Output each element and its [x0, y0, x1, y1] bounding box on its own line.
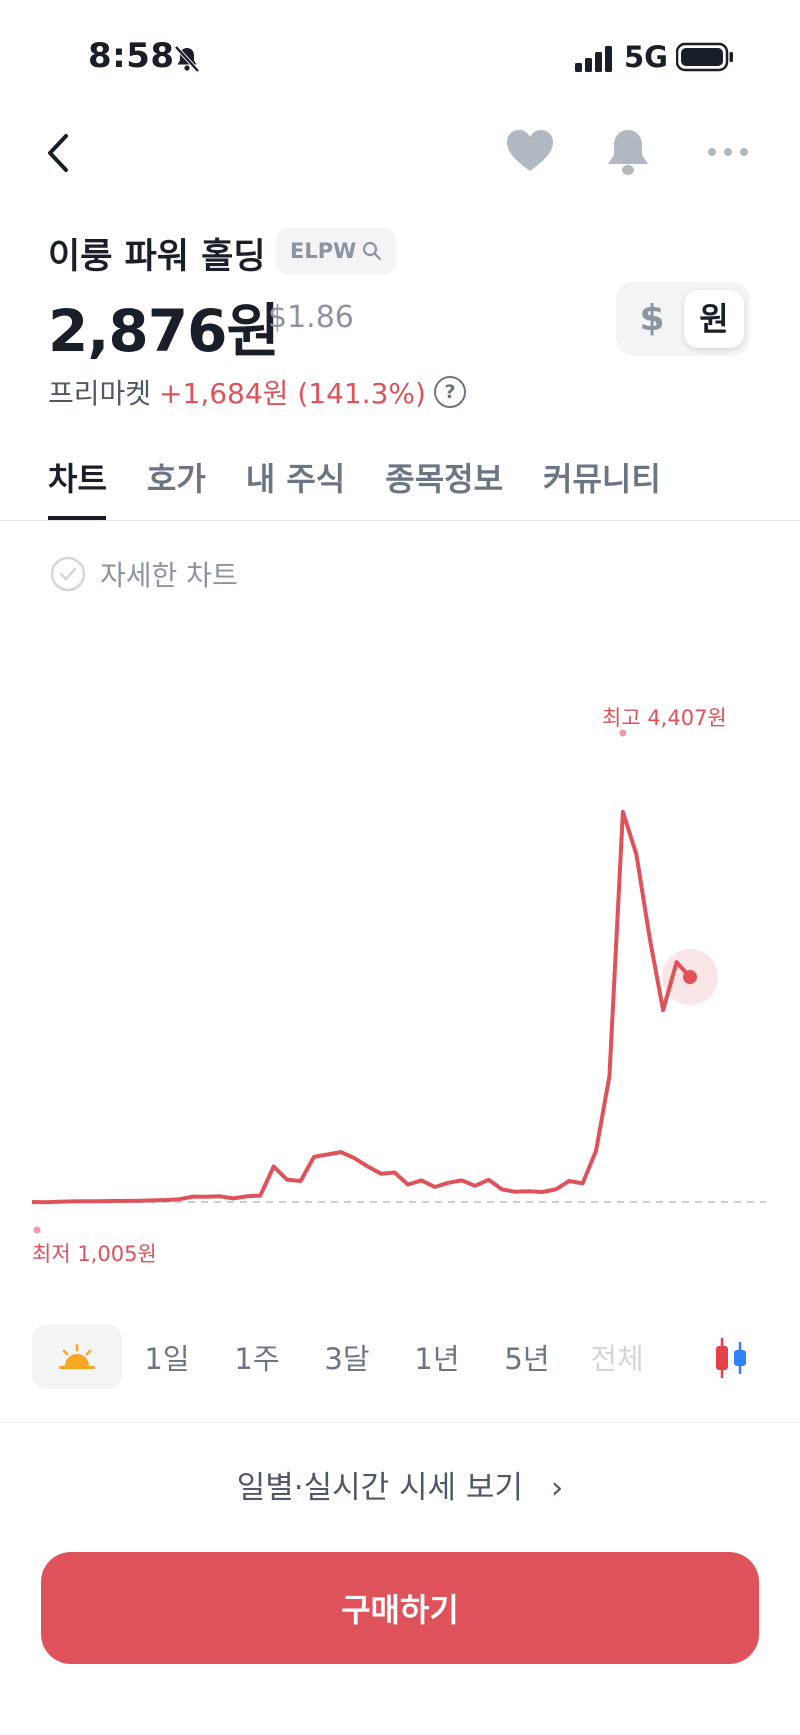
current-point — [683, 970, 697, 985]
section-divider — [0, 1422, 800, 1423]
back-icon[interactable] — [40, 130, 76, 176]
search-icon — [363, 241, 382, 261]
range-all[interactable]: 전체 — [572, 1336, 662, 1378]
candlestick-icon[interactable] — [712, 1336, 752, 1380]
detail-chart-toggle[interactable]: 자세한 차트 — [50, 554, 238, 594]
help-icon[interactable]: ? — [433, 376, 466, 408]
daily-price-link[interactable]: 일별·실시간 시세 보기 › — [0, 1462, 800, 1507]
range-1y[interactable]: 1년 — [392, 1336, 482, 1378]
battery-icon — [676, 42, 733, 72]
range-selector: 1일 1주 3달 1년 5년 전체 — [32, 1325, 777, 1389]
stock-name: 이룽 파워 홀딩 — [48, 237, 266, 277]
buy-button[interactable]: 구매하기 — [41, 1552, 759, 1664]
heart-icon[interactable] — [505, 128, 555, 174]
detail-chart-label: 자세한 차트 — [100, 559, 238, 592]
currency-dollar-option[interactable]: $ — [632, 294, 672, 344]
tab-stock-info[interactable]: 종목정보 — [385, 454, 503, 500]
chart-high-label: 최고 4,407원 — [602, 706, 727, 730]
more-icon[interactable] — [706, 140, 750, 164]
bell-off-icon — [174, 45, 200, 73]
range-premarket[interactable] — [32, 1325, 122, 1389]
chevron-right-icon: › — [550, 1470, 564, 1506]
check-circle-icon[interactable] — [50, 556, 86, 592]
tab-orderbook[interactable]: 호가 — [147, 454, 206, 500]
premarket-row: 프리마켓 +1,684원 (141.3%) ? — [48, 372, 466, 412]
ticker-label: ELPW — [290, 239, 357, 263]
bell-icon[interactable] — [604, 126, 652, 178]
price-line — [31, 809, 692, 1205]
premarket-label: 프리마켓 — [48, 377, 152, 410]
currency-toggle[interactable]: $ 원 — [616, 282, 750, 356]
range-5y[interactable]: 5년 — [482, 1336, 572, 1378]
status-time: 8:58 — [88, 36, 175, 76]
chart-low-label: 최저 1,005원 — [32, 1242, 157, 1266]
daily-price-label: 일별·실시간 시세 보기 — [236, 1470, 523, 1506]
signal-icon — [575, 46, 612, 72]
sunrise-icon — [59, 1344, 95, 1369]
range-3m[interactable]: 3달 — [302, 1336, 392, 1378]
tab-divider — [0, 520, 800, 521]
network-label: 5G — [624, 40, 668, 74]
currency-won-option[interactable]: 원 — [684, 290, 744, 348]
low-marker — [33, 1226, 41, 1234]
current-price: 2,876원 — [48, 297, 280, 365]
tab-bar: 차트 호가 내 주식 종목정보 커뮤니티 — [48, 454, 661, 500]
range-1d[interactable]: 1일 — [122, 1336, 212, 1378]
price-chart[interactable] — [0, 660, 800, 1280]
tab-chart[interactable]: 차트 — [48, 454, 107, 500]
premarket-change: +1,684원 (141.3%) — [159, 377, 426, 410]
usd-price: $1.86 — [268, 300, 354, 335]
ticker-chip[interactable]: ELPW — [276, 228, 397, 274]
tab-community[interactable]: 커뮤니티 — [543, 454, 661, 500]
range-1w[interactable]: 1주 — [212, 1336, 302, 1378]
tab-my-stock[interactable]: 내 주식 — [246, 454, 345, 500]
